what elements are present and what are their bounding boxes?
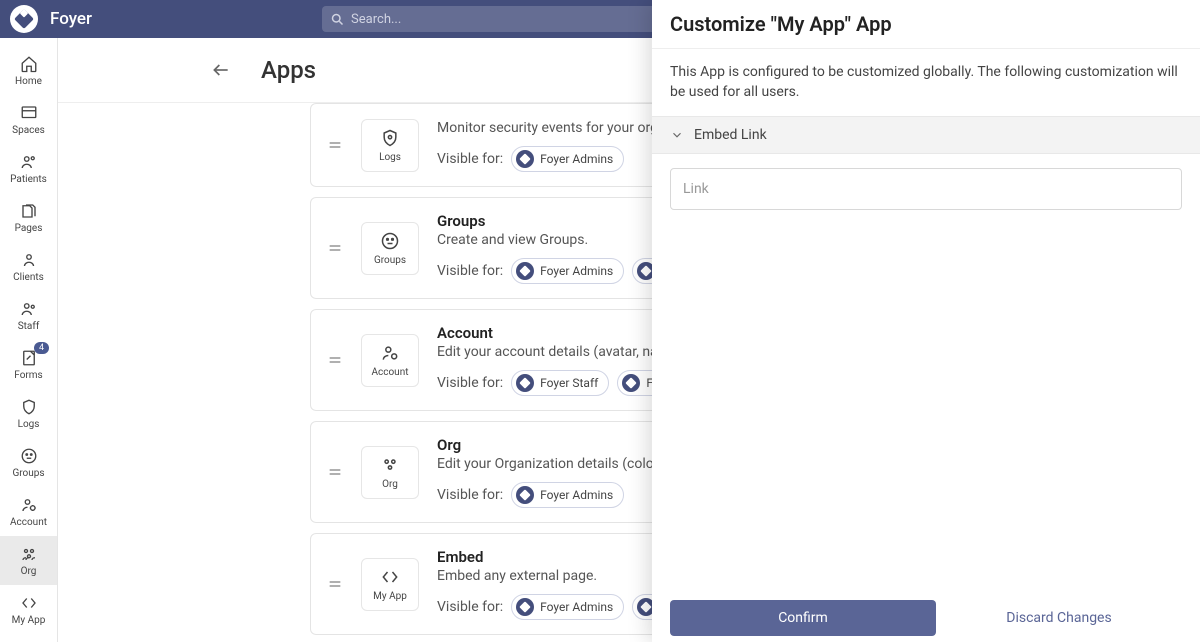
app-tile-label: My App [373,591,407,602]
sidebar-item-home[interactable]: Home [0,46,57,95]
visibility-label: Visible for: [437,487,503,503]
customize-drawer: Customize "My App" App This App is confi… [652,0,1200,642]
sidebar-item-staff[interactable]: Staff [0,291,57,340]
confirm-button[interactable]: Confirm [670,600,936,636]
drawer-header: Customize "My App" App [652,0,1200,49]
foyer-chip-icon [622,374,640,392]
sidebar-item-patients[interactable]: Patients [0,144,57,193]
search-input[interactable] [351,12,674,27]
sidebar-item-groups[interactable]: Groups [0,438,57,487]
embed-link-input[interactable] [670,168,1182,210]
drag-handle-icon[interactable] [327,240,343,256]
visibility-label: Visible for: [437,151,503,167]
sidebar: Home Spaces Patients Pages Clients Staff… [0,38,58,642]
back-button[interactable] [211,60,231,80]
app-tile: Org [361,446,419,499]
visibility-chip[interactable]: Foyer Admins [511,482,624,508]
app-tile-icon [380,567,400,587]
sidebar-item-logs[interactable]: Logs [0,389,57,438]
visibility-label: Visible for: [437,599,503,615]
visibility-chip[interactable]: Foyer Admins [511,258,624,284]
brand-block[interactable]: Foyer [10,5,92,33]
app-tile-icon [380,231,400,251]
foyer-chip-icon [516,486,534,504]
brand-name: Foyer [50,9,92,29]
sidebar-item-myapp[interactable]: My App [0,585,57,634]
pages-icon [19,201,39,221]
app-tile: Account [361,334,419,387]
forms-badge: 4 [34,342,49,354]
foyer-chip-icon [516,598,534,616]
home-icon [19,54,39,74]
drawer-subtitle: This App is configured to be customized … [652,49,1200,116]
app-tile: My App [361,558,419,611]
clients-icon [19,250,39,270]
drawer-title: Customize "My App" App [670,12,1182,36]
sidebar-item-clients[interactable]: Clients [0,242,57,291]
drag-handle-icon[interactable] [327,464,343,480]
patients-icon [19,152,39,172]
page-title: Apps [261,56,316,84]
app-tile-label: Logs [379,152,401,163]
org-icon [19,544,39,564]
foyer-chip-icon [516,150,534,168]
account-icon [19,495,39,515]
search-icon [330,12,345,27]
visibility-label: Visible for: [437,375,503,391]
app-tile: Groups [361,222,419,275]
app-tile-icon [380,343,400,363]
sidebar-item-org[interactable]: Org [0,536,57,585]
sidebar-item-account[interactable]: Account [0,487,57,536]
logs-icon [19,397,39,417]
chip-label: Foyer Admins [540,488,613,502]
drag-handle-icon[interactable] [327,137,343,153]
visibility-chip[interactable]: Foyer Admins [511,146,624,172]
foyer-chip-icon [516,262,534,280]
chip-label: Foyer Admins [540,600,613,614]
embed-link-section-body [652,154,1200,224]
app-tile-label: Org [382,479,398,490]
drag-handle-icon[interactable] [327,352,343,368]
chip-label: Foyer Admins [540,152,613,166]
app-tile-label: Account [371,367,408,378]
chip-label: Foyer Admins [540,264,613,278]
embed-link-section-toggle[interactable]: Embed Link [652,116,1200,154]
sidebar-item-pages[interactable]: Pages [0,193,57,242]
groups-icon [19,446,39,466]
sidebar-item-spaces[interactable]: Spaces [0,95,57,144]
search-field[interactable] [322,6,682,32]
staff-icon [19,299,39,319]
chip-label: Foyer Staff [540,376,598,390]
chevron-down-icon [670,128,684,142]
app-tile-icon [380,455,400,475]
visibility-chip[interactable]: Foyer Staff [511,370,609,396]
code-icon [19,593,39,613]
app-tile-label: Groups [374,255,406,266]
visibility-chip[interactable]: Foyer Admins [511,594,624,620]
drag-handle-icon[interactable] [327,576,343,592]
app-tile-icon [380,128,400,148]
logo-icon [10,5,38,33]
spaces-icon [19,103,39,123]
section-label: Embed Link [694,127,767,143]
foyer-chip-icon [516,374,534,392]
discard-button[interactable]: Discard Changes [936,600,1182,636]
visibility-label: Visible for: [437,263,503,279]
app-tile: Logs [361,119,419,172]
drawer-footer: Confirm Discard Changes [652,590,1200,642]
sidebar-item-forms[interactable]: 4Forms [0,340,57,389]
